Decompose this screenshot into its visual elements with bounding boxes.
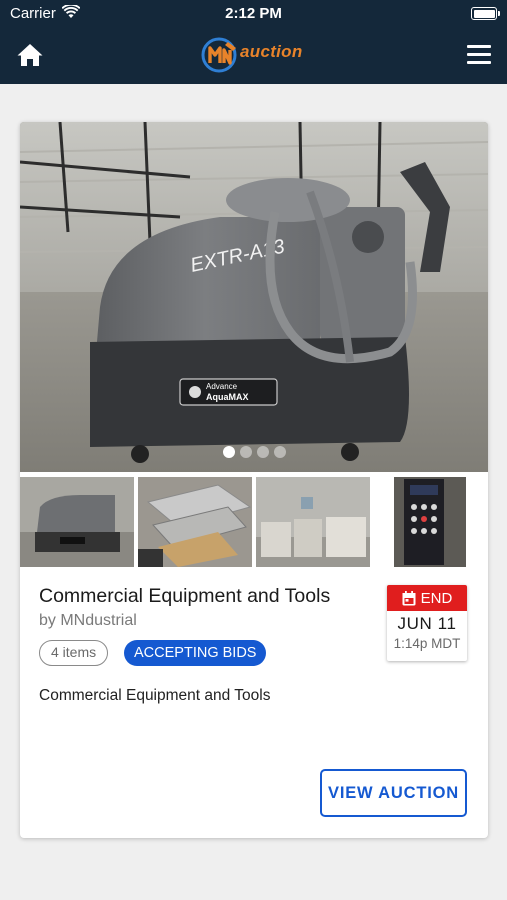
end-header: END — [387, 585, 467, 611]
calendar-icon — [402, 590, 416, 605]
home-icon — [17, 44, 43, 66]
app-header: auction — [0, 28, 507, 84]
carousel-dot[interactable] — [239, 446, 252, 458]
hamburger-line — [467, 53, 491, 56]
hamburger-menu-icon — [467, 45, 491, 48]
auction-description: Commercial Equipment and Tools — [39, 687, 271, 704]
thumb-control-panel[interactable] — [374, 477, 488, 567]
logo-mark-icon — [201, 37, 237, 73]
auction-title[interactable]: Commercial Equipment and Tools — [39, 585, 330, 608]
items-count-badge: 4 items — [39, 640, 109, 666]
clock: 2:12 PM — [225, 5, 282, 22]
carousel-dot[interactable] — [222, 446, 235, 458]
end-date: JUN 11 — [397, 614, 457, 633]
auction-card: Advance AquaMAX EXTR-A13 Commercial Equi… — [20, 122, 488, 838]
carousel-indicator — [20, 446, 488, 458]
logo-wordmark: auction — [240, 42, 303, 61]
home-button[interactable] — [16, 42, 44, 68]
thumbnail-strip — [20, 477, 488, 567]
brand-bottom-text: AquaMAX — [206, 392, 249, 402]
app-logo[interactable]: auction — [200, 36, 312, 74]
hero-image[interactable]: Advance AquaMAX EXTR-A13 — [20, 122, 488, 472]
hamburger-menu-button[interactable] — [467, 45, 491, 65]
status-badge: ACCEPTING BIDS — [124, 640, 267, 666]
hero-photo: Advance AquaMAX EXTR-A13 — [20, 122, 488, 472]
view-auction-button[interactable]: VIEW AUCTION — [320, 769, 467, 817]
thumb-warehouse-equipment[interactable] — [256, 477, 370, 567]
hamburger-line — [467, 61, 491, 64]
status-bar: Carrier 2:12 PM — [0, 0, 507, 28]
thumb-metal-pans[interactable] — [138, 477, 252, 567]
end-date-box: END JUN 11 1:14p MDT — [387, 585, 467, 661]
auction-seller: by MNdustrial — [39, 612, 137, 629]
carousel-dot[interactable] — [273, 446, 286, 458]
carousel-dot[interactable] — [256, 446, 269, 458]
brand-top-text: Advance — [206, 382, 238, 391]
end-label: END — [420, 589, 453, 607]
end-time: 1:14p MDT — [393, 636, 461, 651]
thumb-carpet-extractor[interactable] — [20, 477, 134, 567]
battery-icon — [471, 7, 500, 20]
